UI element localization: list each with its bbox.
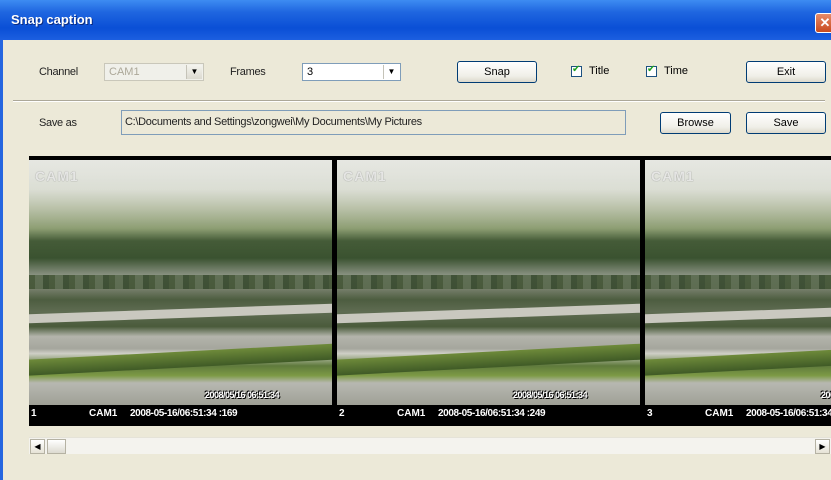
image-median — [645, 341, 831, 377]
checkbox-checked-icon[interactable] — [646, 64, 657, 77]
title-checkbox[interactable]: Title — [571, 64, 610, 77]
snapshot-frame-2[interactable]: CAM1 2008/05/16 06:51:34 2 CAM1 2008-05-… — [337, 156, 640, 424]
time-checkbox[interactable]: Time — [646, 64, 689, 77]
snapshot-viewer: CAM1 2008/05/16 06:51:34 1 CAM1 2008-05-… — [29, 156, 831, 426]
frames-label: Frames — [230, 66, 266, 78]
scrollbar-thumb[interactable] — [47, 439, 66, 454]
save-path-field[interactable]: C:\Documents and Settings\zongwei\My Doc… — [121, 110, 626, 135]
snapshot-caption: 3 CAM1 2008-05-16/06:51:34 :329 — [645, 405, 831, 424]
save-as-label: Save as — [39, 117, 77, 129]
channel-label: Channel — [39, 66, 78, 78]
time-checkbox-label: Time — [664, 65, 689, 77]
snapshot-caption: 1 CAM1 2008-05-16/06:51:34 :169 — [29, 405, 332, 424]
snapshot-timestamp: 2008-05-16/06:51:34 :249 — [438, 408, 546, 419]
chevron-down-icon: ▼ — [186, 65, 202, 79]
browse-button[interactable]: Browse — [660, 112, 731, 134]
title-bar[interactable]: Snap caption ✕ — [0, 0, 831, 40]
snapshot-camera: CAM1 — [89, 408, 118, 419]
divider — [13, 100, 825, 102]
snapshot-camera: CAM1 — [705, 408, 734, 419]
arrow-left-icon[interactable]: ◀ — [30, 439, 45, 454]
horizontal-scrollbar[interactable]: ◀ ▶ — [29, 437, 831, 454]
camera-image: CAM1 2008/05/16 06:51:34 — [645, 160, 831, 405]
snapshot-camera: CAM1 — [397, 408, 426, 419]
image-trees — [29, 275, 332, 290]
checkbox-checked-icon[interactable] — [571, 64, 582, 77]
snap-caption-window: Snap caption ✕ Channel CAM1 ▼ Frames 3 ▼… — [0, 0, 831, 480]
camera-image: CAM1 2008/05/16 06:51:34 — [337, 160, 640, 405]
camera-overlay-label: CAM1 — [343, 168, 387, 184]
snapshot-timestamp: 2008-05-16/06:51:34 :169 — [130, 408, 238, 419]
channel-value: CAM1 — [109, 66, 140, 78]
osd-timestamp: 2008/05/16 06:51:34 — [821, 390, 831, 400]
arrow-right-icon[interactable]: ▶ — [815, 439, 830, 454]
image-road — [29, 304, 332, 324]
exit-button[interactable]: Exit — [746, 61, 826, 83]
window-title: Snap caption — [11, 12, 93, 27]
image-trees — [645, 275, 831, 290]
image-road — [645, 304, 831, 324]
snapshot-frame-1[interactable]: CAM1 2008/05/16 06:51:34 1 CAM1 2008-05-… — [29, 156, 332, 424]
save-button[interactable]: Save — [746, 112, 826, 134]
osd-timestamp: 2008/05/16 06:51:34 — [513, 390, 588, 400]
title-checkbox-label: Title — [589, 65, 610, 77]
close-icon[interactable]: ✕ — [815, 13, 831, 33]
camera-overlay-label: CAM1 — [35, 168, 79, 184]
image-trees — [337, 275, 640, 290]
camera-image: CAM1 2008/05/16 06:51:34 — [29, 160, 332, 405]
camera-overlay-label: CAM1 — [651, 168, 695, 184]
window-left-border — [0, 40, 3, 480]
image-road — [337, 304, 640, 324]
frames-dropdown[interactable]: 3 ▼ — [302, 63, 401, 81]
snapshot-caption: 2 CAM1 2008-05-16/06:51:34 :249 — [337, 405, 640, 424]
snap-button[interactable]: Snap — [457, 61, 537, 83]
frames-value: 3 — [307, 66, 314, 78]
snapshot-index: 3 — [647, 408, 653, 419]
snapshot-index: 1 — [31, 408, 37, 419]
snapshot-index: 2 — [339, 408, 345, 419]
channel-dropdown: CAM1 ▼ — [104, 63, 204, 81]
snapshot-frame-3[interactable]: CAM1 2008/05/16 06:51:34 3 CAM1 2008-05-… — [645, 156, 831, 424]
image-median — [29, 341, 332, 377]
osd-timestamp: 2008/05/16 06:51:34 — [205, 390, 280, 400]
chevron-down-icon[interactable]: ▼ — [383, 65, 399, 79]
image-median — [337, 341, 640, 377]
snapshot-timestamp: 2008-05-16/06:51:34 :329 — [746, 408, 831, 419]
